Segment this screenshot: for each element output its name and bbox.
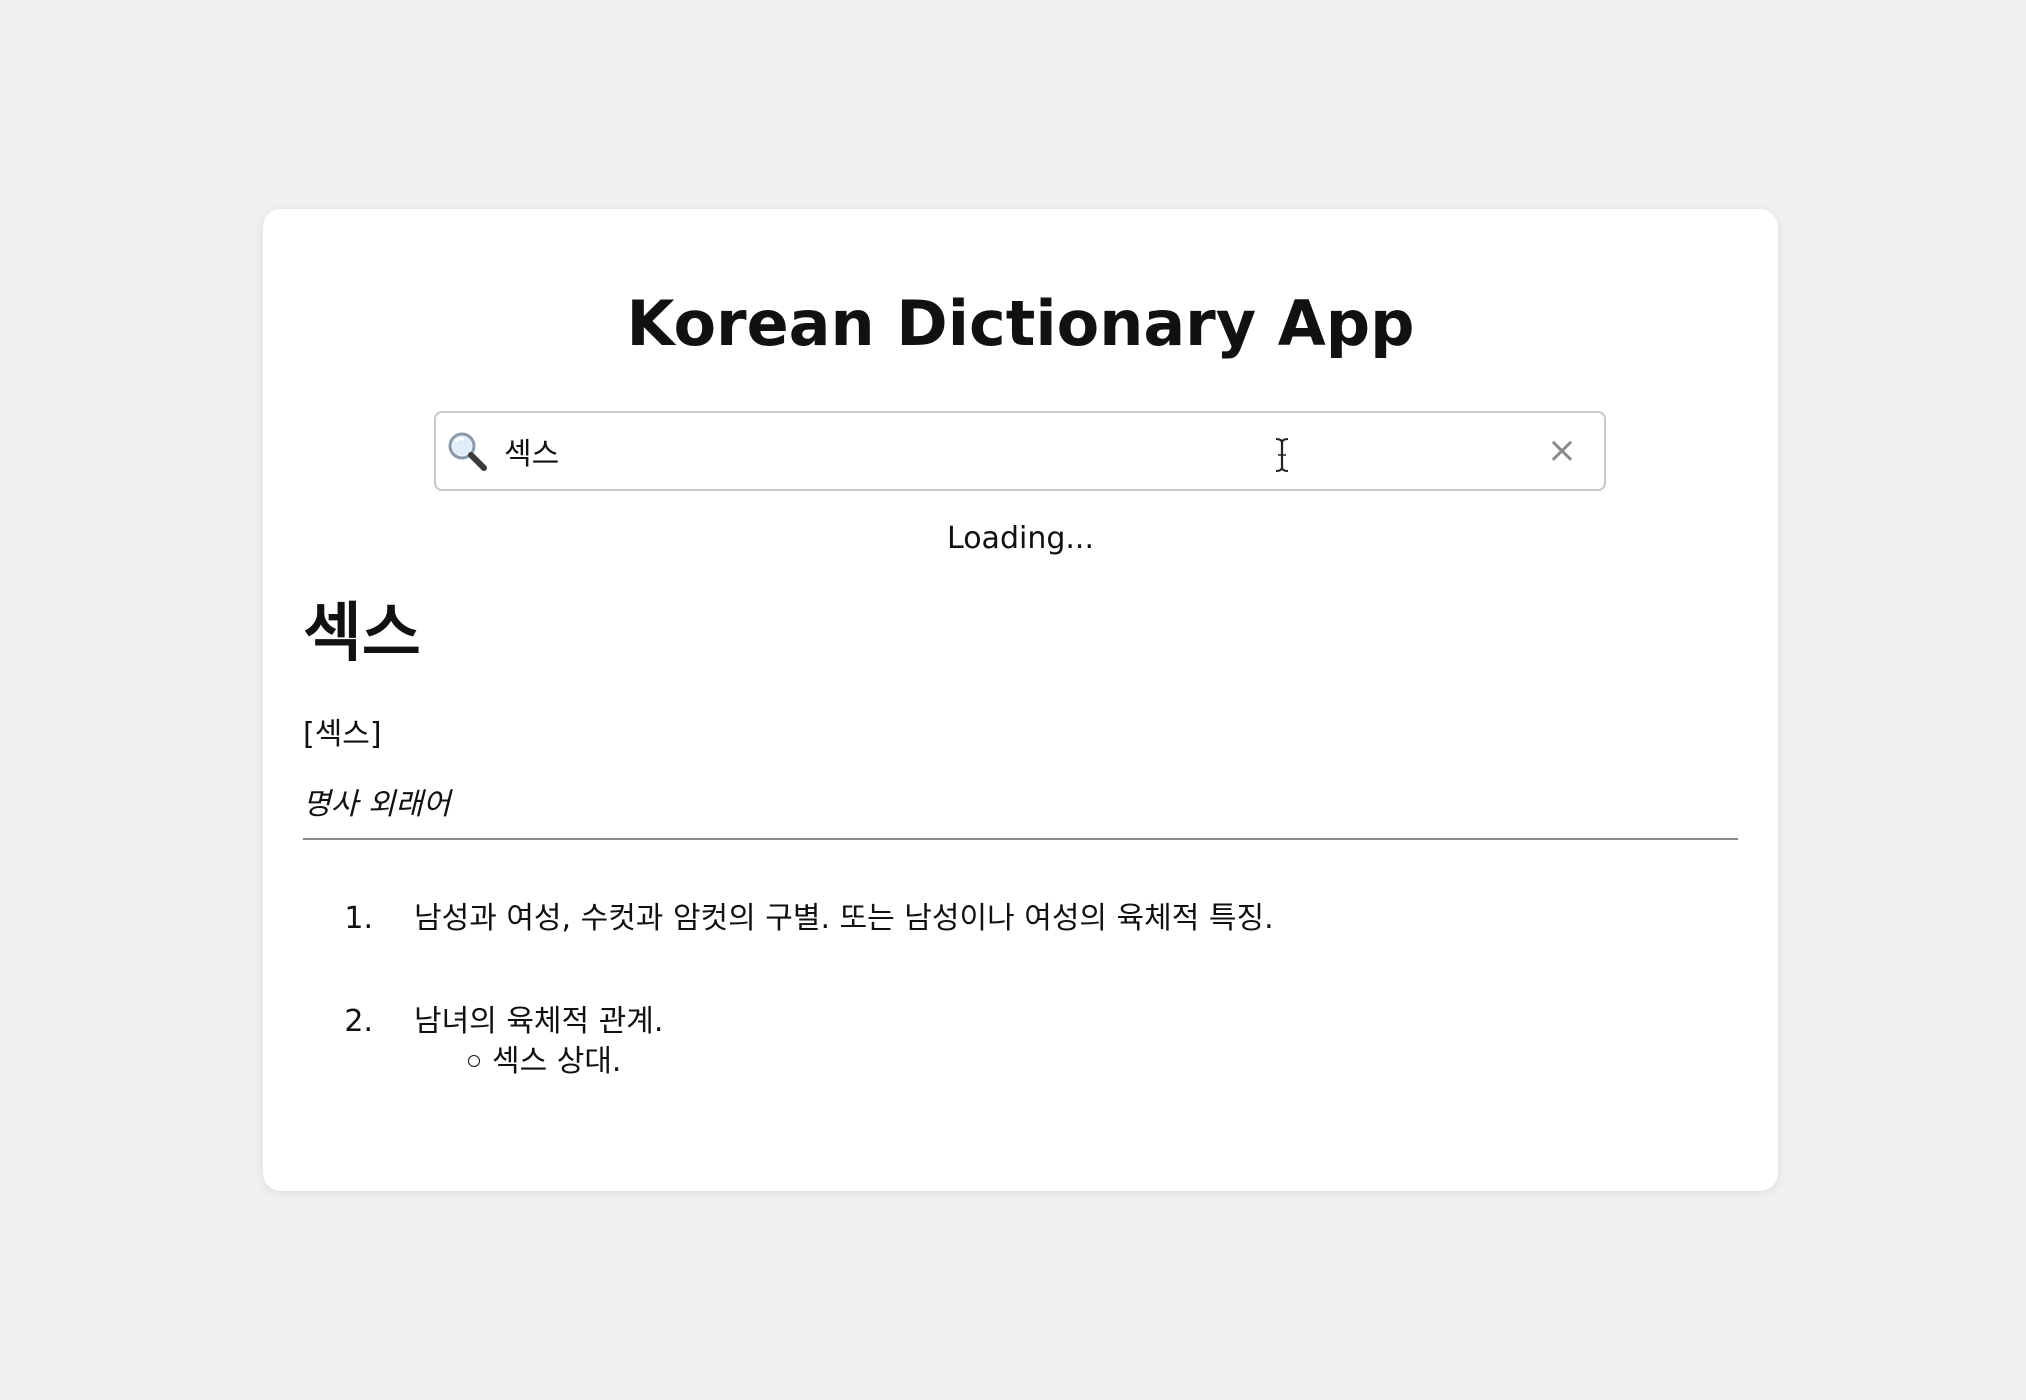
dictionary-card: Korean Dictionary App × Loading... 섹스 [섹… (263, 209, 1778, 1191)
definition-example-text: 섹스 상대. (492, 1044, 622, 1079)
divider (303, 838, 1738, 840)
loading-status: Loading... (947, 521, 1094, 556)
entry-word: 섹스 (303, 597, 421, 671)
definition-item: 1. 남성과 여성, 수컷과 암컷의 구별. 또는 남성이나 여성의 육체적 특… (303, 899, 1703, 939)
entry-part-of-speech: 명사 외래어 (303, 787, 451, 822)
search-input[interactable] (504, 419, 1504, 483)
app-title: Korean Dictionary App (626, 287, 1415, 360)
search-box[interactable]: × (434, 411, 1606, 491)
circle-bullet-icon (468, 1054, 480, 1067)
definition-item: 2. 남녀의 육체적 관계. 섹스 상대. (303, 1002, 1703, 1082)
definition-text: 남녀의 육체적 관계. (414, 1004, 664, 1039)
definition-number: 1. (344, 901, 373, 936)
text-cursor-icon (1275, 438, 1289, 472)
entry-pronunciation: [섹스] (303, 717, 382, 752)
definition-example: 섹스 상대. (468, 1042, 621, 1082)
definition-number: 2. (344, 1004, 373, 1039)
clear-search-button[interactable]: × (1542, 429, 1582, 473)
magnifying-glass-icon (448, 432, 487, 471)
definition-text: 남성과 여성, 수컷과 암컷의 구별. 또는 남성이나 여성의 육체적 특징. (414, 901, 1274, 936)
